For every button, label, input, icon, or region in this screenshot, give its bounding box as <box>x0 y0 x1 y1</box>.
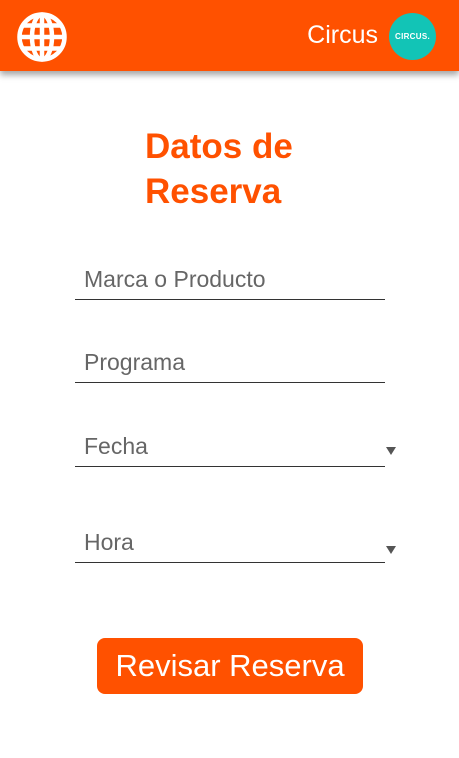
page-title-line-1: Datos de <box>145 127 293 166</box>
brand-product-placeholder: Marca o Producto <box>84 266 266 292</box>
page-title-line-2: Reserva <box>145 172 282 211</box>
brand-name: Circus <box>307 21 378 49</box>
program-field[interactable]: Programa <box>75 343 385 383</box>
program-placeholder: Programa <box>84 349 185 375</box>
review-reservation-button[interactable]: Revisar Reserva <box>97 638 363 694</box>
page-title: Datos de Reserva <box>145 124 345 214</box>
time-dropdown-arrow-icon[interactable] <box>386 546 396 554</box>
date-select[interactable]: Fecha <box>75 427 385 467</box>
avatar[interactable]: CIRCUS. <box>389 13 436 60</box>
brand-product-field[interactable]: Marca o Producto <box>75 260 385 300</box>
date-placeholder: Fecha <box>84 433 148 459</box>
time-placeholder: Hora <box>84 529 134 555</box>
time-select[interactable]: Hora <box>75 523 385 563</box>
top-app-bar: Circus CIRCUS. <box>0 0 459 71</box>
date-dropdown-arrow-icon[interactable] <box>386 447 396 455</box>
globe-icon[interactable] <box>16 11 68 63</box>
